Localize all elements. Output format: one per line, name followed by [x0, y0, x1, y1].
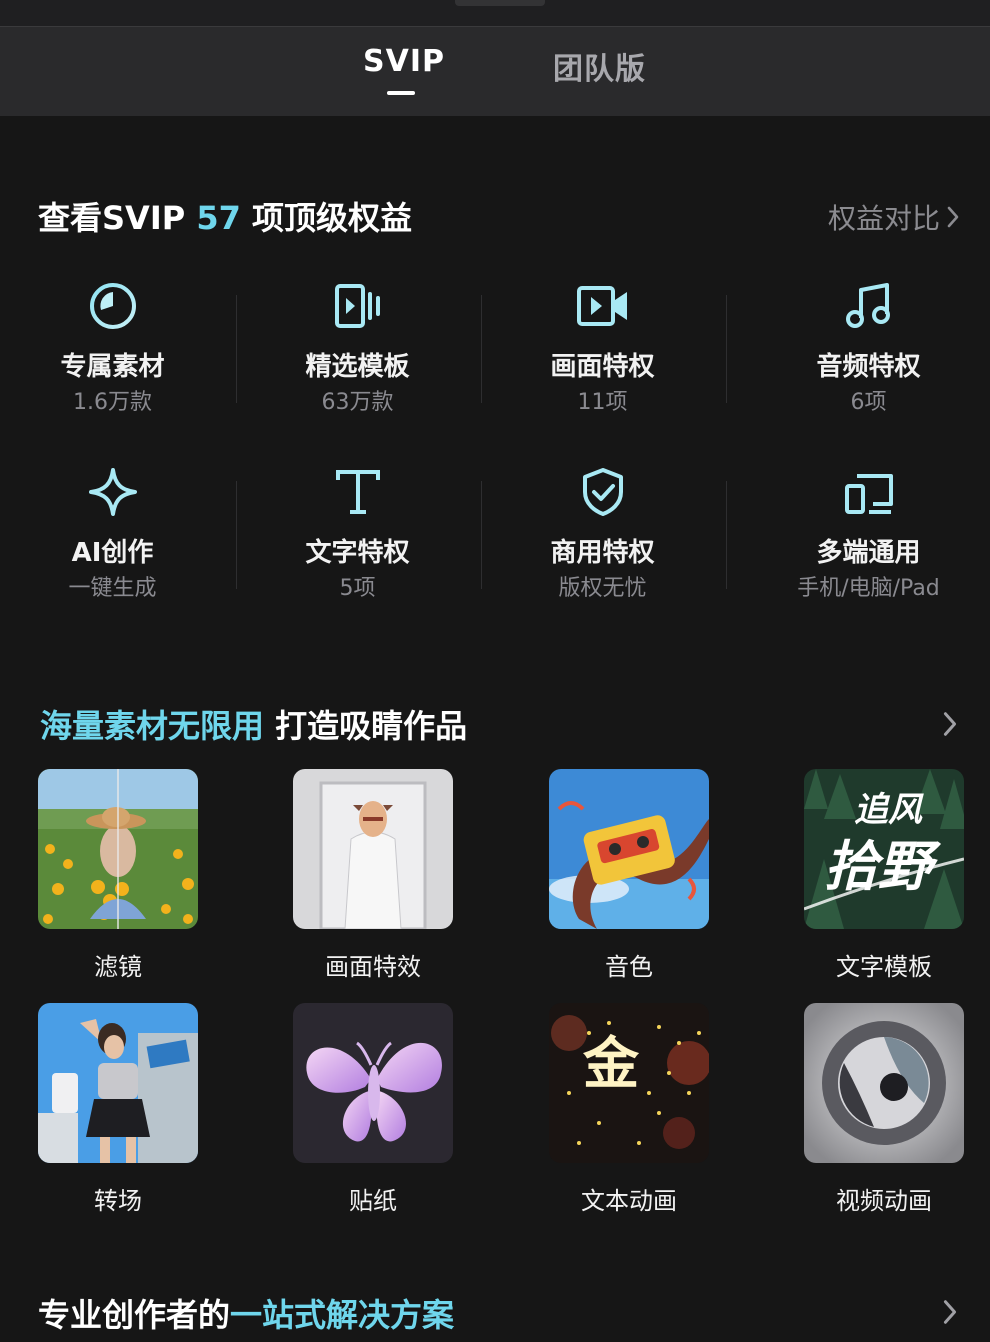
sticker-thumbnail	[293, 1003, 453, 1163]
tab-svip[interactable]: SVIP	[363, 44, 445, 79]
text-animation-thumbnail: 金	[549, 1003, 709, 1163]
material-tile-voice[interactable]: 音色	[549, 769, 709, 981]
compare-label: 权益对比	[827, 202, 940, 235]
benefit-audio[interactable]: 音频特权 6项	[746, 280, 990, 430]
materials-more-chevron-icon[interactable]	[942, 710, 958, 738]
benefit-exclusive-material[interactable]: 专属素材 1.6万款	[0, 280, 235, 430]
top-tab-bar: SVIP 团队版	[0, 0, 990, 116]
material-tile-filter[interactable]: 滤镜	[38, 769, 198, 981]
benefit-title: 多端通用	[816, 538, 921, 568]
benefit-title: 专属素材	[60, 352, 165, 382]
divider	[726, 481, 727, 589]
benefit-title: 商用特权	[550, 538, 655, 568]
benefit-sub: 11项	[577, 390, 628, 415]
solution-section-title: 专业创作者的一站式解决方案	[38, 1290, 454, 1336]
multi-device-icon	[844, 474, 893, 514]
material-tile-sticker[interactable]: 贴纸	[293, 1003, 453, 1215]
benefit-picture[interactable]: 画面特权 11项	[480, 280, 725, 430]
clock-disc-icon	[89, 283, 136, 329]
solution-title-rest: 专业创作者的	[38, 1296, 231, 1334]
sparkle-icon	[88, 468, 137, 516]
materials-title-accent: 海量素材无限用	[40, 707, 265, 745]
window-top-strip	[0, 0, 990, 27]
material-tile-picture-effect[interactable]: 画面特效	[293, 769, 453, 981]
benefits-count: 57	[196, 199, 241, 237]
benefit-sub: 手机/电脑/Pad	[797, 576, 940, 601]
thumb-text-top: 追风	[854, 790, 924, 830]
text-t-icon	[335, 470, 380, 514]
transition-thumbnail	[38, 1003, 198, 1163]
hidden-title	[455, 0, 545, 6]
music-note-icon	[845, 283, 890, 328]
video-camera-icon	[576, 286, 627, 326]
benefit-title: 音频特权	[816, 352, 921, 382]
filter-thumbnail	[38, 769, 198, 929]
divider	[726, 295, 727, 403]
template-film-icon	[334, 284, 380, 328]
benefit-title: 精选模板	[305, 352, 410, 382]
benefit-text[interactable]: 文字特权 5项	[235, 466, 480, 616]
text-template-thumbnail: 追风 拾野	[804, 769, 964, 929]
material-tile-video-animation[interactable]: 视频动画	[804, 1003, 964, 1215]
benefit-templates[interactable]: 精选模板 63万款	[235, 280, 480, 430]
voice-thumbnail	[549, 769, 709, 929]
chevron-right-icon	[947, 206, 959, 228]
tile-label: 文字模板	[836, 953, 932, 981]
video-animation-thumbnail	[804, 1003, 964, 1163]
thumb-text-gold: 金	[582, 1032, 640, 1097]
benefit-sub: 6项	[850, 390, 887, 415]
tab-active-indicator	[387, 91, 415, 95]
tile-label: 转场	[94, 1187, 142, 1215]
benefit-sub: 版权无忧	[558, 576, 647, 601]
tile-label: 滤镜	[94, 953, 142, 981]
benefit-sub: 5项	[339, 576, 376, 601]
compare-benefits-link[interactable]: 权益对比	[828, 197, 960, 237]
material-tile-transition[interactable]: 转场	[38, 1003, 198, 1215]
picture-effect-thumbnail	[293, 769, 453, 929]
tile-label: 视频动画	[836, 1187, 932, 1215]
benefit-title: AI创作	[71, 538, 154, 568]
benefits-title-suffix: 项顶级权益	[240, 199, 413, 237]
shield-check-icon	[582, 468, 623, 516]
materials-title-rest: 打造吸睛作品	[264, 707, 468, 745]
solution-title-accent: 一站式解决方案	[230, 1296, 455, 1334]
thumb-text-bottom: 拾野	[824, 835, 941, 898]
materials-section-title: 海量素材无限用 打造吸睛作品	[40, 701, 467, 747]
benefits-title-prefix: 查看SVIP	[38, 199, 197, 237]
material-tile-text-animation[interactable]: 金 文本动画	[549, 1003, 709, 1215]
benefits-section-title: 查看SVIP 57 项顶级权益	[38, 193, 412, 239]
benefit-multi-device[interactable]: 多端通用 手机/电脑/Pad	[746, 466, 990, 616]
benefit-title: 画面特权	[550, 352, 655, 382]
solution-more-chevron-icon[interactable]	[942, 1298, 958, 1326]
tab-team[interactable]: 团队版	[553, 44, 646, 88]
benefit-sub: 63万款	[321, 390, 394, 415]
benefit-title: 文字特权	[305, 538, 410, 568]
tile-label: 文本动画	[581, 1187, 677, 1215]
benefit-sub: 一键生成	[68, 576, 157, 601]
tile-label: 画面特效	[325, 953, 421, 981]
benefit-commercial[interactable]: 商用特权 版权无忧	[480, 466, 725, 616]
tile-label: 贴纸	[349, 1187, 397, 1215]
benefit-sub: 1.6万款	[73, 390, 152, 415]
benefit-ai-creation[interactable]: AI创作 一键生成	[0, 466, 235, 616]
material-tile-text-template[interactable]: 追风 拾野 文字模板	[804, 769, 964, 981]
tile-label: 音色	[605, 953, 653, 981]
